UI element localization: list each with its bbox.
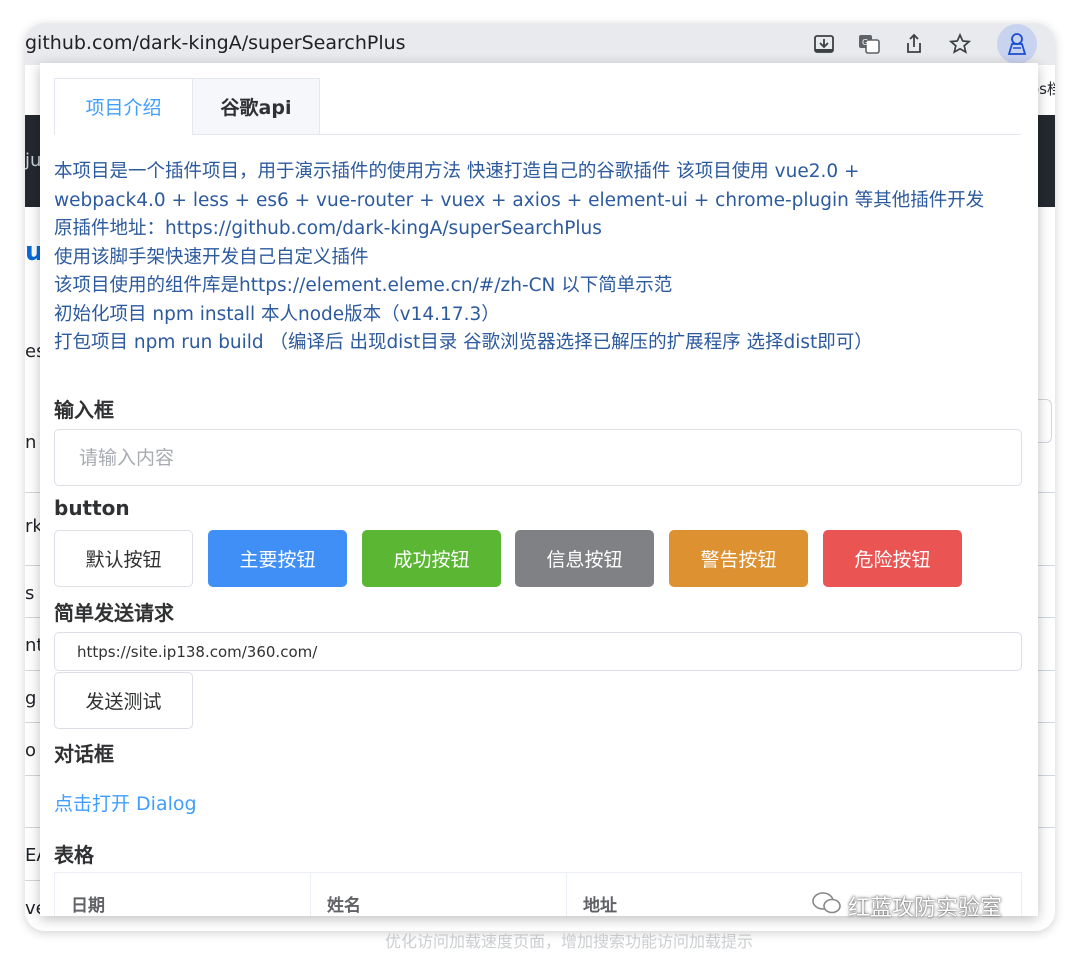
background-text: o	[25, 740, 37, 761]
dialog-section-title: 对话框	[54, 742, 114, 766]
content-input[interactable]	[54, 429, 1022, 486]
warning-button[interactable]: 警告按钮	[669, 530, 808, 587]
intro-line: webpack4.0 + less + es6 + vue-router + v…	[54, 189, 985, 211]
intro-line: 原插件地址：https://github.com/dark-kingA/supe…	[54, 218, 602, 239]
background-text: n	[25, 432, 37, 453]
intro-line: 初始化项目 npm install 本人node版本（v14.17.3）	[54, 303, 500, 325]
browser-window: github.com/dark-kingA/superSearchPlus G …	[25, 23, 1055, 931]
info-button[interactable]: 信息按钮	[515, 530, 654, 587]
wechat-icon	[812, 891, 842, 921]
share-icon[interactable]	[901, 31, 927, 57]
star-icon[interactable]	[947, 31, 973, 57]
tab-bar: 项目介绍 谷歌api	[54, 78, 1021, 135]
watermark-text: 红蓝攻防实验室	[848, 896, 1003, 921]
table-header-name: 姓名	[311, 873, 567, 916]
table-header-date: 日期	[55, 873, 311, 916]
danger-button[interactable]: 危险按钮	[823, 530, 962, 587]
send-test-button[interactable]: 发送测试	[54, 672, 193, 729]
default-button[interactable]: 默认按钮	[54, 530, 193, 587]
open-dialog-link[interactable]: 点击打开 Dialog	[54, 789, 197, 816]
intro-line: 本项目是一个插件项目，用于演示插件的使用方法 快速打造自己的谷歌插件 该项目使用…	[54, 161, 860, 182]
address-bar[interactable]: github.com/dark-kingA/superSearchPlus G	[25, 23, 1055, 65]
table-section-title: 表格	[54, 843, 94, 867]
watermark: 红蓝攻防实验室	[812, 890, 1002, 922]
tab-project-intro[interactable]: 项目介绍	[54, 78, 193, 135]
svg-text:G: G	[862, 38, 868, 47]
background-text: ju	[25, 150, 42, 171]
extension-icon[interactable]	[997, 24, 1037, 64]
request-url-input[interactable]	[54, 632, 1022, 671]
primary-button[interactable]: 主要按钮	[208, 530, 347, 587]
project-intro-text: 本项目是一个插件项目，用于演示插件的使用方法 快速打造自己的谷歌插件 该项目使用…	[54, 158, 1014, 358]
tab-google-api[interactable]: 谷歌api	[192, 78, 320, 135]
intro-line: 使用该脚手架快速开发自己自定义插件	[54, 246, 369, 268]
background-text: s	[25, 583, 35, 604]
success-button[interactable]: 成功按钮	[362, 530, 501, 587]
intro-line: 打包项目 npm run build （编译后 出现dist目录 谷歌浏览器选择…	[54, 332, 873, 353]
url-text[interactable]: github.com/dark-kingA/superSearchPlus	[25, 32, 406, 54]
extension-popup: 项目介绍 谷歌api 本项目是一个插件项目，用于演示插件的使用方法 快速打造自己…	[40, 63, 1038, 916]
intro-line: 该项目使用的组件库是https://element.eleme.cn/#/zh-…	[54, 275, 673, 296]
input-section-title: 输入框	[54, 398, 114, 422]
download-icon[interactable]	[811, 31, 837, 57]
background-footer-text: 优化访问加载速度页面，增加搜索功能访问加载提示	[385, 932, 754, 951]
button-section-title: button	[54, 496, 130, 520]
translate-icon[interactable]: G	[856, 31, 882, 57]
request-section-title: 简单发送请求	[54, 601, 174, 625]
background-text: g	[25, 688, 37, 709]
